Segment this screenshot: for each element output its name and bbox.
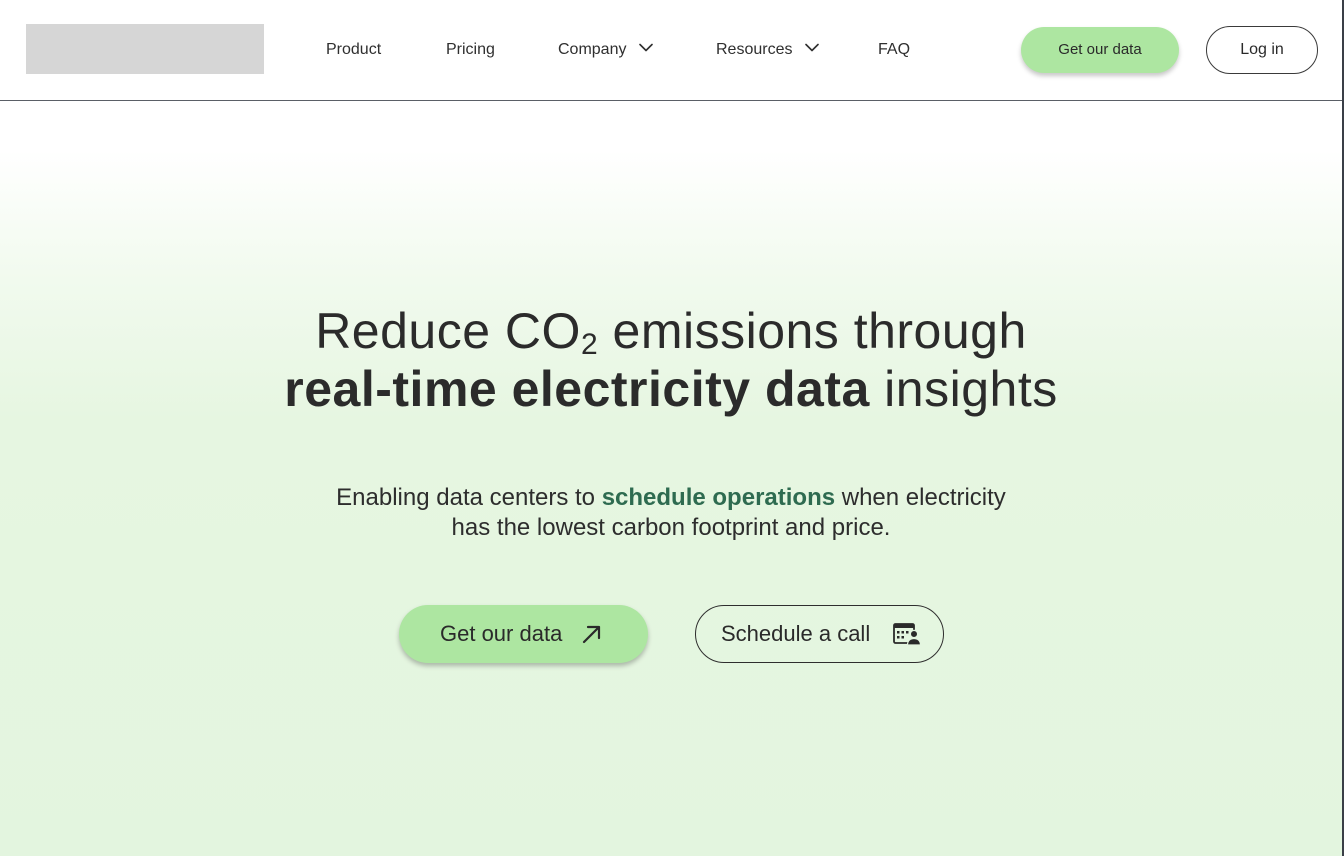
hero-subtitle-line-1: Enabling data centers to schedule operat… [0,483,1342,513]
hero-title-bold-text: real-time electricity data [284,361,870,417]
hero-title-text: insights [869,361,1058,417]
get-data-button-label: Get our data [1058,41,1142,58]
get-data-cta-label: Get our data [440,621,563,646]
site-header: Product Pricing Company Resources FAQ Ge… [0,0,1342,101]
page: Product Pricing Company Resources FAQ Ge… [0,0,1344,856]
get-data-button[interactable]: Get our data [1021,27,1179,73]
arrow-up-right-icon [581,623,603,645]
hero-subtitle-text: when electricity [835,484,1006,511]
nav-item-label: FAQ [878,41,911,58]
get-data-cta-button[interactable]: Get our data [399,605,648,663]
hero-title-subscript: 2 [580,328,599,361]
hero-title-line-2: real-time electricity data insights [0,360,1342,418]
hero-subtitle-text: Enabling data centers to [336,484,602,511]
hero-subtitle-line-2: has the lowest carbon footprint and pric… [451,514,891,541]
login-button-label: Log in [1240,41,1284,58]
nav-item-company[interactable]: Company [558,38,653,62]
nav-item-faq[interactable]: FAQ [878,38,910,62]
nav-item-label: Resources [716,41,793,58]
hero-title-text: Reduce CO [315,303,581,359]
nav-item-product[interactable]: Product [326,38,381,62]
logo[interactable] [26,24,264,74]
hero-title-text: emissions through [598,303,1027,359]
hero-subtitle-emphasis: schedule operations [601,484,836,511]
chevron-down-icon [639,36,653,60]
schedule-call-label: Schedule a call [721,621,871,646]
hero-subtitle: Enabling data centers to schedule operat… [0,483,1342,543]
calendar-person-icon [893,622,922,646]
chevron-down-icon [805,36,819,60]
nav-item-resources[interactable]: Resources [716,38,819,62]
hero-title: Reduce CO2 emissions through real-time e… [0,302,1342,418]
login-button[interactable]: Log in [1206,26,1318,74]
schedule-call-button[interactable]: Schedule a call [695,605,944,663]
nav-item-label: Pricing [446,41,495,58]
nav-item-label: Company [558,41,627,58]
nav-item-label: Product [326,41,382,58]
hero-title-line-1: Reduce CO2 emissions through [0,302,1342,360]
nav-item-pricing[interactable]: Pricing [446,38,495,62]
